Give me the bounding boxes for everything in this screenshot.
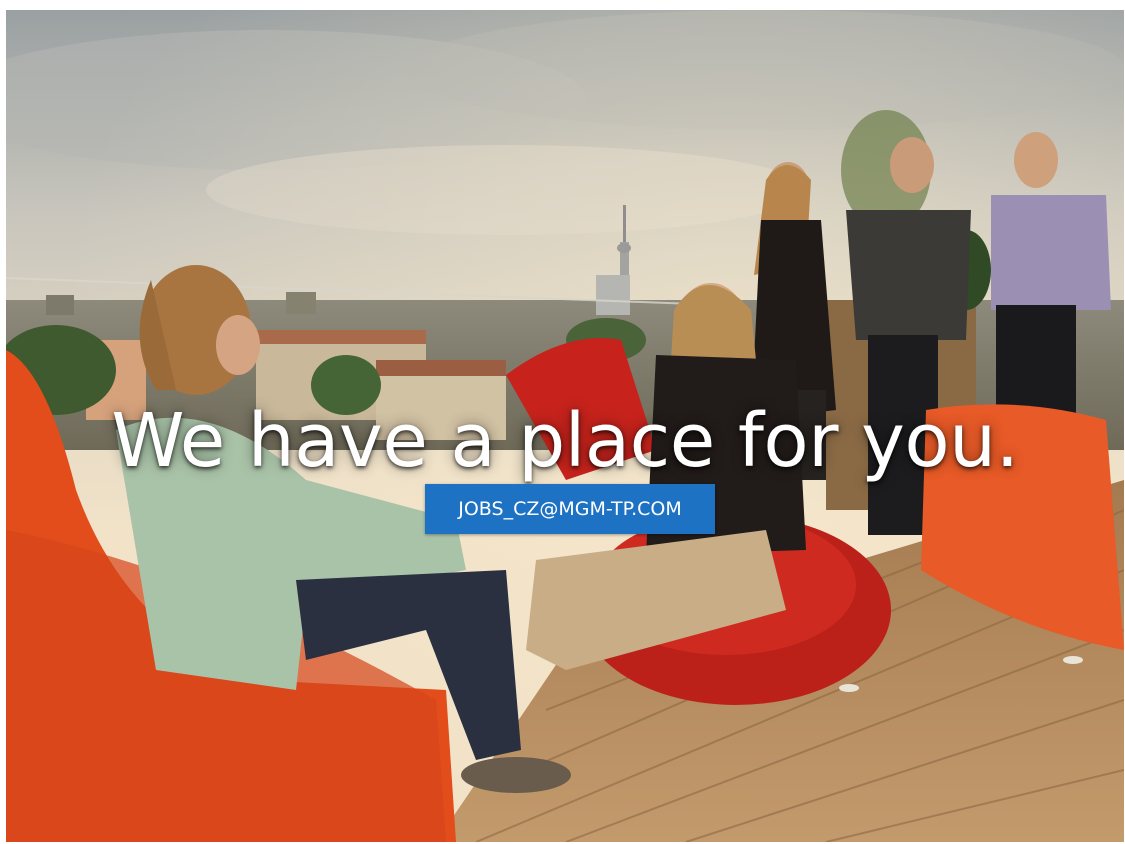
email-contact-button[interactable]: JOBS_CZ@MGM-TP.COM [425,484,715,534]
hero-banner: We have a place for you. JOBS_CZ@MGM-TP.… [6,10,1124,842]
hero-headline: We have a place for you. [111,398,1019,484]
